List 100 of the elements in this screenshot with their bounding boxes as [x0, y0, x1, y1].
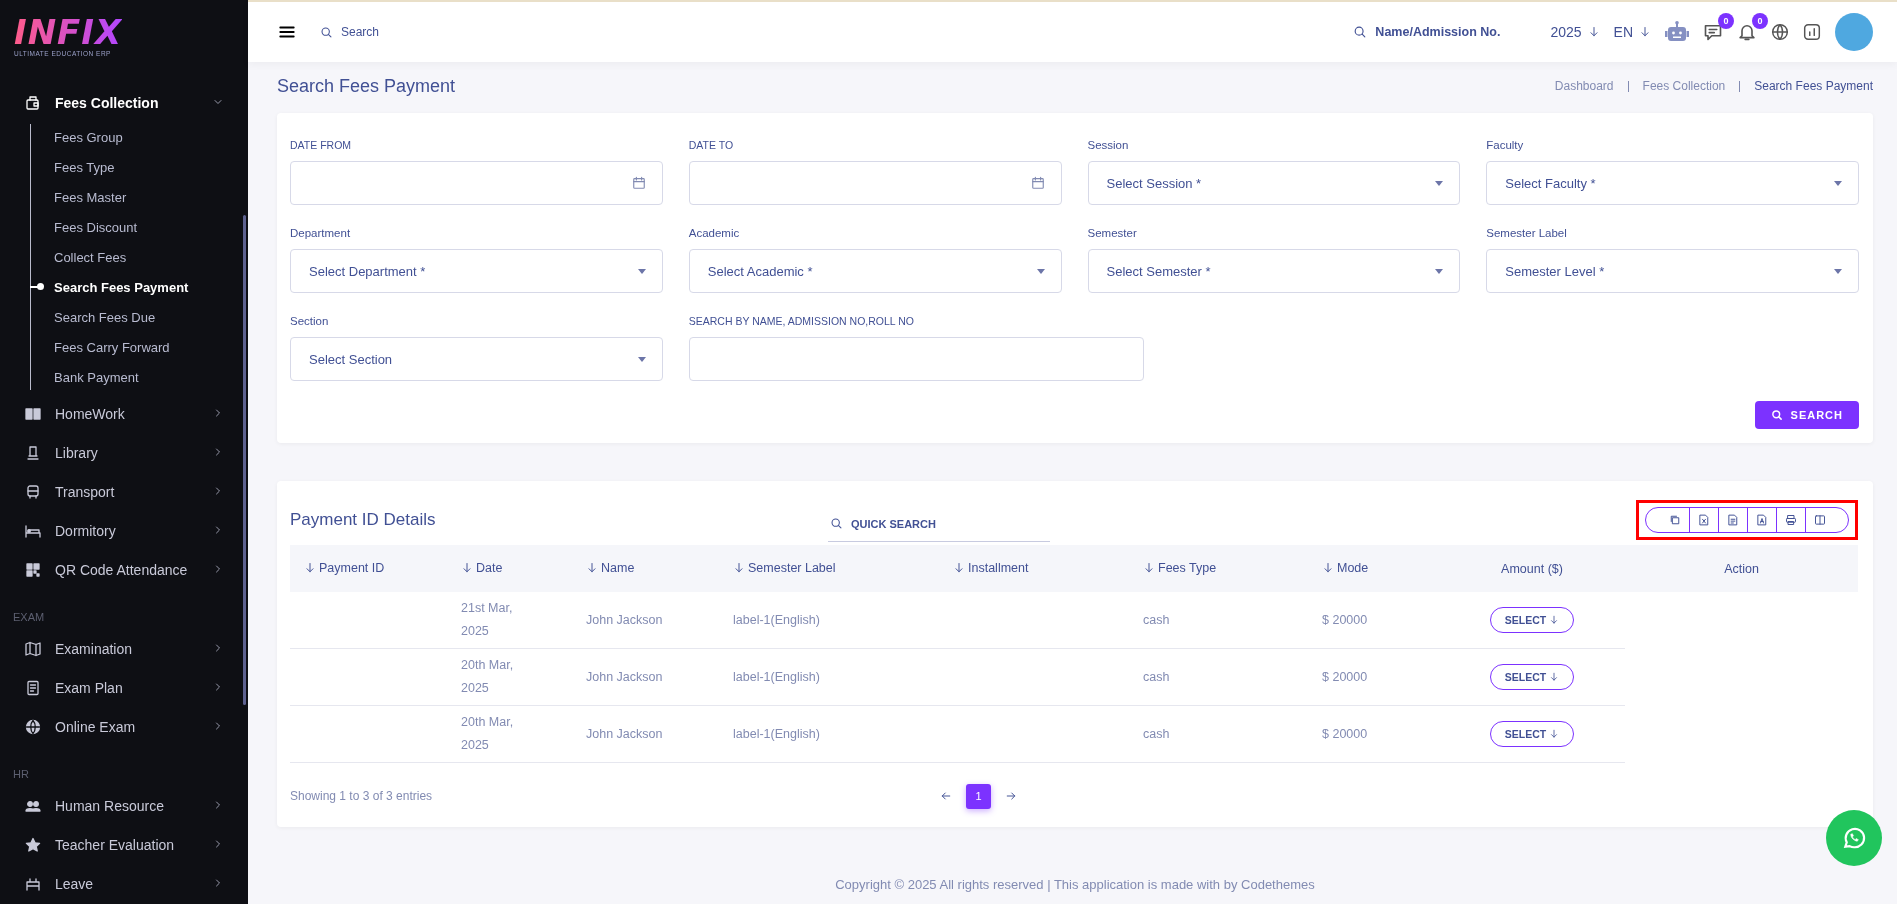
whatsapp-button[interactable] [1826, 810, 1882, 866]
date-field[interactable] [290, 161, 663, 205]
field-label: SEARCH BY NAME, ADMISSION NO,ROLL NO [688, 315, 915, 327]
user-avatar[interactable] [1835, 13, 1873, 51]
field-label: Department [290, 227, 352, 239]
select-field[interactable]: Select Faculty * [1486, 161, 1859, 205]
sidebar-item[interactable]: Transport [0, 472, 248, 511]
sidebar-item[interactable]: Dormitory [0, 511, 248, 550]
sidebar-subitem[interactable]: Fees Discount [0, 212, 248, 242]
whatsapp-icon [1841, 825, 1867, 851]
select-field[interactable]: Select Session * [1087, 161, 1461, 205]
next-page-button[interactable] [1005, 790, 1017, 802]
sidebar-item[interactable]: HomeWork [0, 394, 248, 433]
field-label: DATE FROM [290, 139, 353, 151]
print-icon [1785, 514, 1797, 526]
breadcrumb-link[interactable]: Search Fees Payment [1754, 79, 1873, 93]
section-heading: HR [12, 767, 29, 782]
previous-page-button[interactable] [940, 790, 952, 802]
sidebar-item[interactable]: Online Exam [0, 707, 248, 746]
sidebar-subitem[interactable]: Fees Carry Forward [0, 332, 248, 362]
select-field[interactable]: Semester Level * [1486, 249, 1859, 293]
column-header[interactable]: Semester Label [719, 545, 939, 592]
select-field[interactable]: Select Academic * [688, 249, 1062, 293]
date-field[interactable] [688, 161, 1062, 205]
column-header: Action [1625, 545, 1858, 592]
copy-icon [1668, 514, 1681, 526]
arrow-left-icon [940, 790, 952, 802]
sidebar-item[interactable]: Teacher Evaluation [0, 825, 248, 864]
table-cell: 21st Mar, 2025 [447, 592, 572, 649]
sidebar-item[interactable]: Fees Collection [0, 83, 248, 122]
page-button[interactable]: 1 [966, 783, 991, 809]
table-cell: cash [1129, 705, 1308, 763]
language-selector[interactable]: EN [1613, 24, 1633, 40]
robot-icon[interactable] [1665, 21, 1689, 43]
map-icon [25, 640, 41, 657]
star-icon [25, 836, 41, 853]
section-heading: EXAM [12, 610, 45, 625]
search-input-field[interactable] [688, 337, 1144, 381]
sidebar-item[interactable]: Human Resource [0, 786, 248, 825]
search-icon [1770, 409, 1783, 421]
column-header[interactable]: Installment [939, 545, 1129, 592]
sidebar-item[interactable]: Exam Plan [0, 668, 248, 707]
table-cell: John Jackson [572, 648, 719, 706]
quick-search-field[interactable]: QUICK SEARCH [828, 506, 1050, 542]
excel-icon [1698, 514, 1710, 526]
column-header[interactable]: Date [447, 545, 572, 592]
qr-code-icon [25, 561, 41, 578]
sort-arrow-icon [733, 561, 745, 574]
wallet-icon [25, 94, 41, 111]
field-label: Faculty [1486, 139, 1525, 151]
search-field[interactable]: Search [341, 25, 380, 39]
bus-icon [25, 483, 41, 500]
table-cell: label-1(English) [719, 648, 939, 706]
column-header[interactable]: Payment ID [290, 545, 447, 592]
select-button[interactable]: SELECT [1489, 664, 1575, 690]
arrow-down-icon [1549, 729, 1560, 739]
column-header[interactable]: Fees Type [1129, 545, 1308, 592]
select-field[interactable]: Select Section [290, 337, 663, 381]
select-button[interactable]: SELECT [1489, 607, 1575, 633]
sort-arrow-icon [461, 561, 473, 574]
field-label: Section [290, 315, 330, 327]
sidebar-item[interactable]: Examination [0, 629, 248, 668]
sidebar-subitem[interactable]: Fees Master [0, 182, 248, 212]
sidebar-item[interactable]: Leave [0, 864, 248, 903]
table-cell: 20th Mar, 2025 [447, 705, 572, 763]
sort-arrow-icon [586, 561, 598, 574]
column-header: Amount ($) [1439, 545, 1625, 592]
table-cell: $ 20000 [1308, 705, 1439, 763]
sidebar-subitem[interactable]: Bank Payment [0, 362, 248, 392]
select-field[interactable]: Select Department * [290, 249, 663, 293]
column-header[interactable]: Mode [1308, 545, 1439, 592]
sidebar-subitem[interactable]: Collect Fees [0, 242, 248, 272]
scrollbar-thumb[interactable] [243, 215, 246, 705]
year-selector[interactable]: 2025 [1550, 24, 1582, 40]
sidebar-item[interactable]: Library [0, 433, 248, 472]
sidebar-subitem[interactable]: Search Fees Due [0, 302, 248, 332]
sidebar-subitem[interactable]: Search Fees Payment [0, 272, 248, 302]
arrow-right-icon [1005, 790, 1017, 802]
sidebar-item[interactable]: QR Code Attendance [0, 550, 248, 589]
sidebar-subitem[interactable]: Fees Type [0, 152, 248, 182]
field-label: DATE TO [688, 139, 735, 151]
student-search-field[interactable]: Name/Admission No. [1375, 25, 1501, 39]
column-header[interactable]: Name [572, 545, 719, 592]
search-button[interactable]: SEARCH [1754, 401, 1859, 429]
caret-icon [1834, 268, 1842, 274]
sidebar-subitem[interactable]: Fees Group [0, 122, 248, 152]
sort-arrow-icon [1322, 561, 1334, 574]
table-cell: cash [1129, 648, 1308, 706]
select-button[interactable]: SELECT [1489, 721, 1575, 747]
chat-badge: 0 [1718, 13, 1734, 29]
bell-icon [1737, 22, 1757, 42]
select-field[interactable]: Select Semester * [1087, 249, 1461, 293]
arrow-down-icon [1639, 26, 1651, 38]
globe-icon [1771, 23, 1789, 41]
caret-icon [1435, 268, 1444, 274]
arrow-down-icon [1549, 672, 1560, 682]
caret-icon [1834, 180, 1842, 186]
entries-summary: Showing 1 to 3 of 3 entries [290, 789, 434, 803]
field-label: Session [1087, 139, 1130, 151]
globe-icon [25, 718, 41, 735]
